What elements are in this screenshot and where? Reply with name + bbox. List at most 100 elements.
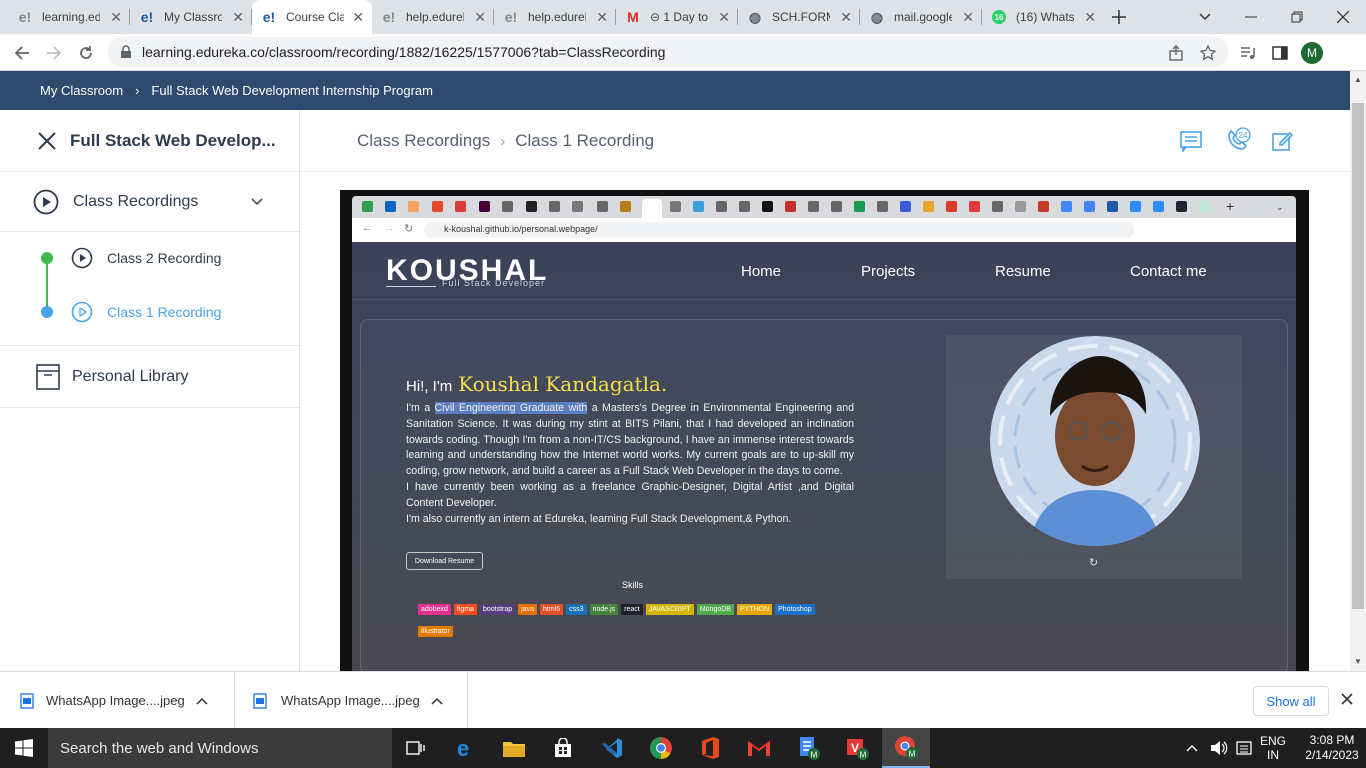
volume-icon[interactable]	[1210, 728, 1228, 768]
chrome-icon[interactable]	[637, 728, 685, 768]
browser-tab-2[interactable]: e! My Classroom ✕	[130, 0, 252, 34]
browser-tab-3[interactable]: e! Course Class Recording ✕	[252, 0, 372, 34]
close-icon[interactable]: ✕	[232, 9, 244, 26]
clock[interactable]: 3:08 PM 2/14/2023	[1302, 728, 1362, 768]
breadcrumb-class-recordings[interactable]: Class Recordings	[357, 131, 490, 151]
breadcrumb-current: Class 1 Recording	[515, 131, 655, 150]
address-bar[interactable]: learning.edureka.co/classroom/recording/…	[108, 37, 1228, 67]
profile-initial: M	[1307, 46, 1317, 60]
store-icon[interactable]	[539, 728, 587, 768]
tab-title: My Classroom	[164, 10, 222, 24]
edureka-breadcrumb: My Classroom › Full Stack Web Developmen…	[0, 71, 1350, 110]
tab-title: help.edureka.co	[406, 10, 464, 24]
support-24-icon[interactable]: 24	[1225, 127, 1251, 151]
skill-badge: java	[518, 604, 538, 615]
close-icon[interactable]: ✕	[1084, 9, 1096, 26]
page-scrollbar[interactable]: ▲ ▼	[1350, 71, 1366, 671]
language-code: ENG	[1260, 734, 1287, 748]
forward-arrow-icon[interactable]	[40, 39, 68, 67]
file-explorer-icon[interactable]	[490, 728, 538, 768]
video-player[interactable]: + ⌄ ← → ↻ k-koushal.github.io/personal.w…	[340, 190, 1309, 674]
status-dot	[41, 252, 53, 264]
skill-badge: MongoDB	[696, 604, 734, 615]
chevron-down-icon[interactable]	[251, 197, 263, 206]
browser-tab-9[interactable]: 16 (16) WhatsApp ✕	[982, 0, 1104, 34]
docs-icon[interactable]: M	[784, 728, 832, 768]
sidebar-item-class-1[interactable]: Class 1 Recording	[0, 285, 300, 339]
chevron-up-icon[interactable]	[196, 697, 208, 705]
section-class-recordings[interactable]: Class Recordings	[0, 172, 299, 232]
office-icon[interactable]	[686, 728, 734, 768]
tab-title: (16) WhatsApp	[1016, 10, 1074, 24]
edureka-icon: e!	[382, 9, 396, 25]
close-icon[interactable]: ✕	[840, 9, 852, 26]
content-breadcrumb: Class Recordings › Class 1 Recording	[357, 131, 654, 151]
bio-line-3: I'm also currently an intern at Edureka,…	[406, 512, 792, 525]
breadcrumb-my-classroom[interactable]: My Classroom	[40, 83, 123, 98]
language-indicator[interactable]: ENG IN	[1260, 728, 1286, 768]
download-filename: WhatsApp Image....jpeg	[46, 693, 185, 708]
browser-tab-7[interactable]: ◍ SCH.FORM ✕	[738, 0, 860, 34]
tab-search-icon[interactable]	[1182, 0, 1228, 34]
windows-start-icon[interactable]	[0, 728, 48, 768]
app-v-icon[interactable]: VM	[833, 728, 881, 768]
svg-text:M: M	[909, 750, 916, 759]
gmail-icon: M	[627, 9, 639, 25]
close-icon[interactable]: ✕	[596, 9, 608, 26]
task-view-icon[interactable]	[392, 728, 440, 768]
browser-tab-4[interactable]: e! help.edureka.co ✕	[372, 0, 494, 34]
minimize-button[interactable]	[1228, 0, 1274, 34]
close-icon[interactable]: ✕	[718, 9, 730, 26]
play-circle-icon	[71, 301, 93, 323]
share-icon[interactable]	[1162, 39, 1190, 67]
browser-toolbar: learning.edureka.co/classroom/recording/…	[0, 34, 1366, 71]
browser-tab-1[interactable]: e! learning.edureka.co ✕	[8, 0, 130, 34]
notes-icon[interactable]	[1180, 130, 1204, 154]
vscode-icon[interactable]	[588, 728, 636, 768]
url-text: learning.edureka.co/classroom/recording/…	[142, 44, 666, 60]
bookmark-star-icon[interactable]	[1194, 39, 1222, 67]
download-item-2[interactable]: WhatsApp Image....jpeg	[253, 672, 468, 729]
download-filename: WhatsApp Image....jpeg	[281, 693, 420, 708]
clock-time: 3:08 PM	[1309, 733, 1355, 747]
gmail-icon[interactable]	[735, 728, 783, 768]
sidebar-item-label: Class 2 Recording	[107, 250, 222, 266]
restore-button[interactable]	[1274, 0, 1320, 34]
edit-icon[interactable]	[1271, 130, 1295, 154]
browser-tab-8[interactable]: ◍ mail.google ✕	[860, 0, 982, 34]
browser-tab-5[interactable]: e! help.edureka.co ✕	[494, 0, 616, 34]
new-tab-button[interactable]	[1096, 0, 1142, 34]
breadcrumb-course[interactable]: Full Stack Web Development Internship Pr…	[151, 83, 433, 98]
close-icon[interactable]: ✕	[352, 9, 364, 26]
skill-badge: PYTHON	[736, 604, 773, 615]
edge-icon[interactable]: e	[442, 728, 490, 768]
tray-chevron-icon[interactable]	[1186, 728, 1198, 768]
section-label: Class Recordings	[73, 192, 199, 210]
video-url: k-koushal.github.io/personal.webpage/	[424, 222, 1134, 238]
download-item-1[interactable]: WhatsApp Image....jpeg	[20, 672, 235, 729]
close-icon[interactable]: ✕	[474, 9, 486, 26]
close-icon[interactable]: ✕	[962, 9, 974, 26]
scrollbar-thumb[interactable]	[1352, 103, 1364, 609]
skill-badge: css3	[566, 604, 587, 615]
sidebar-item-class-2[interactable]: Class 2 Recording	[0, 231, 300, 285]
browser-tab-6[interactable]: M ⊝ 1 Day to ✕	[616, 0, 738, 34]
profile-avatar[interactable]: M	[1298, 39, 1326, 67]
chrome-profile-icon[interactable]: M	[882, 728, 930, 768]
show-all-button[interactable]: Show all	[1253, 686, 1329, 716]
reload-icon[interactable]	[72, 39, 100, 67]
taskbar-search-box[interactable]: Search the web and Windows	[48, 728, 392, 768]
chevron-right-icon: ›	[500, 132, 506, 150]
keyboard-icon[interactable]	[1236, 728, 1252, 768]
chevron-up-icon[interactable]	[431, 697, 443, 705]
section-personal-library[interactable]: Personal Library	[0, 345, 299, 408]
close-icon[interactable]	[38, 131, 56, 150]
close-icon[interactable]	[1341, 693, 1353, 705]
close-icon[interactable]: ✕	[110, 9, 122, 26]
window-close-button[interactable]	[1320, 0, 1366, 34]
media-controls-icon[interactable]	[1234, 39, 1262, 67]
back-arrow-icon[interactable]	[8, 39, 36, 67]
refresh-icon: ↻	[1089, 557, 1099, 569]
svg-text:M: M	[860, 751, 867, 760]
side-panel-icon[interactable]	[1266, 39, 1294, 67]
